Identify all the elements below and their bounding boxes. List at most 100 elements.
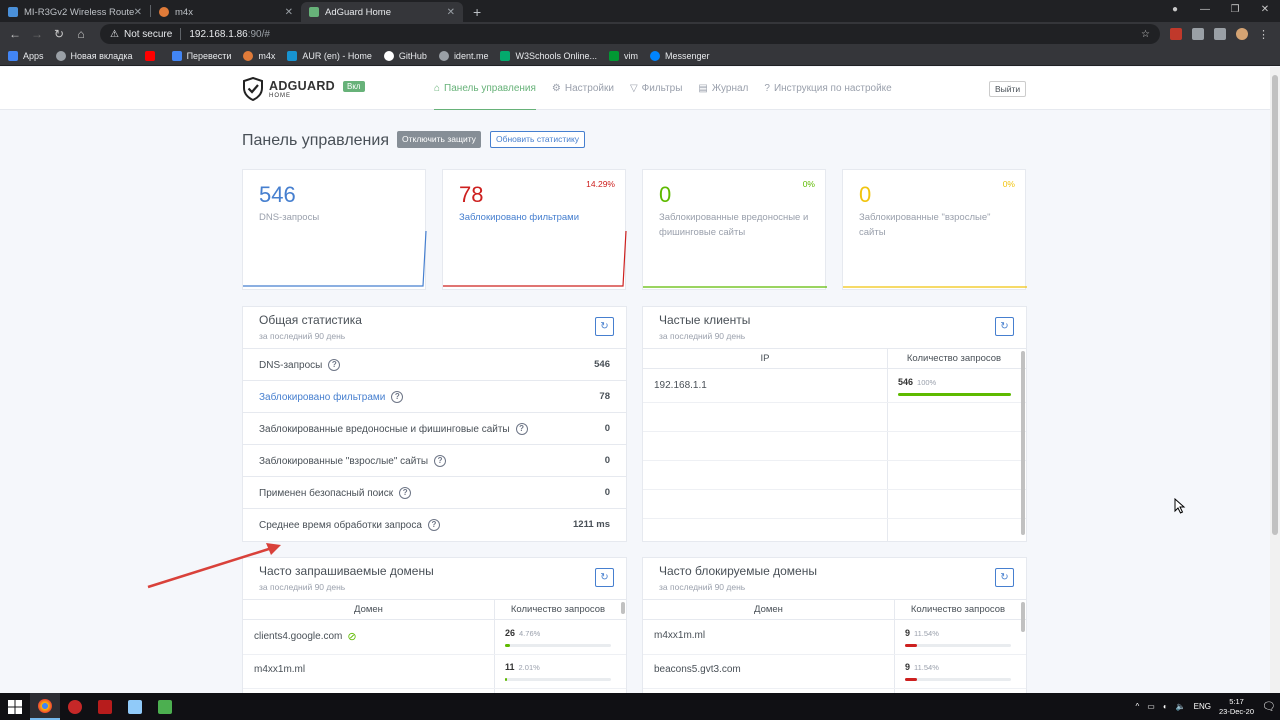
network-icon[interactable]: ▭ [1147,702,1155,711]
star-icon[interactable]: ☆ [1141,29,1150,40]
client-ip: 192.168.1.1 [654,380,707,391]
close-icon[interactable]: ✕ [447,7,455,18]
disable-protection-button[interactable]: Отключить защиту [397,131,481,148]
card-title: Часто блокируемые домены [659,564,817,578]
minimize-icon[interactable]: — [1190,0,1220,22]
bookmark-identme[interactable]: ident.me [438,50,488,61]
brand-name: ADGUARD [269,78,335,93]
refresh-icon[interactable]: ↻ [595,568,614,587]
close-icon[interactable]: ✕ [134,7,142,18]
profile-icon[interactable]: ● [1160,0,1190,22]
column-header[interactable]: Количество запросов [494,604,622,615]
bookmark-m4x[interactable]: m4x [243,50,275,61]
help-icon[interactable]: ? [434,455,447,467]
bookmark-translate[interactable]: Перевести [171,50,231,61]
chrome-icon[interactable] [30,693,60,720]
logout-button[interactable]: Выйти [989,81,1027,97]
refresh-stats-button[interactable]: Обновить статистику [490,131,586,148]
bookmark-w3schools[interactable]: W3Schools Online... [500,50,597,61]
close-icon[interactable]: ✕ [285,7,293,18]
stat-label: Заблокированные "взрослые" сайты [859,212,991,238]
nav-dashboard[interactable]: ⌂ Панель управления [434,67,536,110]
clock-time: 5:17 [1229,696,1244,706]
nav-journal[interactable]: ▤ Журнал [698,67,748,110]
vpn-icon[interactable]: ◐ [1163,702,1168,711]
bookmark-new-tab[interactable]: Новая вкладка [55,50,133,61]
adguard-logo[interactable]: ADGUARD HOME Вкл [242,77,365,101]
stat-row-label[interactable]: Заблокировано фильтрами [259,392,385,403]
chevron-up-icon[interactable]: ^ [1136,702,1140,711]
nav-filters[interactable]: ▽ Фильтры [630,67,682,110]
count-cell: 546 100% [898,377,937,387]
column-header[interactable]: IP [643,353,887,364]
column-header[interactable]: Домен [243,604,494,615]
bookmark-youtube[interactable] [144,50,160,61]
stat-row: Заблокированные вредоносные и фишинговые… [243,413,626,445]
column-header[interactable]: Домен [643,604,894,615]
stat-label[interactable]: Заблокировано фильтрами [459,210,619,225]
bookmark-github[interactable]: GitHub [383,50,427,61]
help-icon[interactable]: ? [515,423,528,435]
journal-icon: ▤ [698,83,708,94]
windows-start-icon[interactable] [0,693,30,720]
page-viewport: ADGUARD HOME Вкл ⌂ Панель управления ⚙ Нас… [0,67,1270,693]
general-stats-card: Общая статистика за последний 90 день ↻ … [242,306,627,542]
maximize-icon[interactable]: ❐ [1220,0,1250,22]
column-header[interactable]: Количество запросов [887,353,1021,364]
refresh-icon[interactable]: ↻ [995,568,1014,587]
puzzle-icon[interactable] [1214,28,1226,40]
column-header[interactable]: Количество запросов [894,604,1022,615]
remote-desktop-icon[interactable] [150,693,180,720]
extensions: ⋮ [1170,28,1269,41]
menu-icon[interactable]: ⋮ [1258,28,1269,41]
bookmark-aur[interactable]: AUR (en) - Home [287,50,372,61]
help-icon[interactable]: ? [399,487,412,499]
dns-sparkline [243,230,427,287]
progress-bar [905,678,1011,681]
bookmark-messenger[interactable]: Messenger [650,50,710,61]
volume-icon[interactable]: 🔈 [1176,702,1186,711]
notifications-icon[interactable]: 🗨 [1262,700,1276,713]
tab-router[interactable]: MI-R3Gv2 Wireless Router - Инт ✕ [0,2,150,22]
avatar[interactable] [1236,28,1248,40]
stat-card-blocked: 78 Заблокировано фильтрами 14.29% [442,169,627,290]
close-window-icon[interactable]: ✕ [1250,0,1280,22]
new-tab-button[interactable]: + [463,2,491,22]
forward-icon[interactable]: → [26,27,48,41]
home-browser-icon[interactable]: ⌂ [70,27,92,41]
help-icon[interactable]: ? [427,519,440,531]
extension-icon[interactable] [1192,28,1204,40]
refresh-icon[interactable]: ↻ [995,317,1014,336]
table-scrollbar[interactable] [1021,602,1025,632]
eye-off-icon[interactable]: ⊘ [347,630,356,643]
progress-bar [505,644,611,647]
notepad-icon[interactable] [120,693,150,720]
language-indicator[interactable]: ENG [1194,702,1211,711]
page-scrollbar[interactable] [1270,67,1280,693]
tab-m4x[interactable]: m4x ✕ [151,2,301,22]
table-scrollbar[interactable] [1021,351,1025,535]
back-icon[interactable]: ← [4,27,26,41]
card-header: Общая статистика за последний 90 день ↻ [243,307,626,349]
bookmark-apps[interactable]: Apps [8,50,44,61]
nav-settings[interactable]: ⚙ Настройки [552,67,614,110]
table-scrollbar[interactable] [621,602,625,614]
ublock-icon[interactable] [1170,28,1182,40]
card-title: Общая статистика [259,313,362,327]
help-icon[interactable]: ? [328,359,341,371]
clock[interactable]: 5:17 23-Dec-20 [1219,697,1254,717]
card-subtitle: за последний 90 день [259,331,346,341]
help-icon[interactable]: ? [391,391,404,403]
card-header: Часто блокируемые домены за последний 90… [643,558,1026,600]
filezilla-icon[interactable] [90,693,120,720]
address-bar[interactable]: ⚠ Not secure 192.168.1.86 :90/# ☆ [100,24,1160,44]
nav-setup-guide[interactable]: ? Инструкция по настройке [764,67,891,110]
bookmark-vim[interactable]: vim [609,50,638,61]
refresh-icon[interactable]: ↻ [595,317,614,336]
reload-icon[interactable]: ↻ [48,27,70,41]
stat-row-label: Заблокированные "взрослые" сайты [259,455,429,467]
app-8-icon[interactable] [60,693,90,720]
stat-row-label: DNS-запросы [259,359,323,371]
domain-name: m4xx1m.ml [654,630,706,641]
tab-adguard[interactable]: AdGuard Home ✕ [301,2,463,22]
